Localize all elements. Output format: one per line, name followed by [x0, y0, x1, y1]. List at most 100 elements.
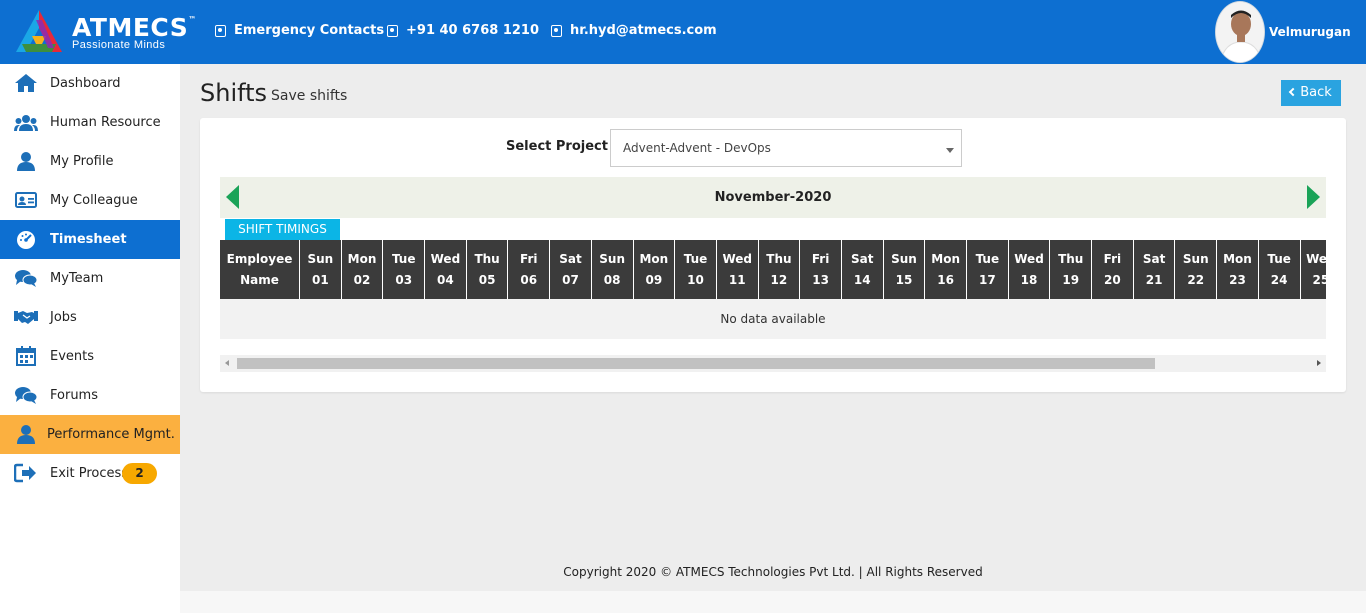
column-header-day[interactable]: Sat 21: [1134, 240, 1176, 299]
column-header-day[interactable]: Sat 14: [842, 240, 884, 299]
sidebar-item-myteam[interactable]: MyTeam: [0, 259, 180, 298]
day-number: 20: [1104, 272, 1121, 287]
exit-process-count-badge: 2: [122, 463, 157, 484]
emergency-contacts-label: Emergency Contacts: [234, 23, 385, 38]
sidebar-item-my-colleague[interactable]: My Colleague: [0, 181, 180, 220]
sidebar-item-events[interactable]: Events: [0, 337, 180, 376]
sidebar-item-label: Dashboard: [50, 76, 121, 91]
sidebar-item-label: Human Resource: [50, 115, 161, 130]
back-button[interactable]: Back: [1281, 80, 1341, 106]
user-photo-icon: [1216, 2, 1264, 62]
handshake-icon: [14, 311, 38, 324]
empty-table-message: No data available: [220, 299, 1326, 339]
column-header-day[interactable]: Sat 07: [550, 240, 592, 299]
project-select-value: Advent-Advent - DevOps: [623, 141, 771, 155]
contact-card-icon: [215, 24, 226, 37]
sidebar-item-label: MyTeam: [50, 271, 104, 286]
calendar-icon: [16, 346, 36, 366]
column-header-day[interactable]: Mon 16: [925, 240, 967, 299]
footer-strip: [180, 591, 1366, 613]
atmecs-logo[interactable]: ATMECS™ Passionate Minds: [14, 8, 196, 56]
email-card-icon: [551, 24, 562, 37]
column-header-day[interactable]: Wed 04: [425, 240, 467, 299]
day-number: 22: [1187, 272, 1205, 287]
sidebar-item-dashboard[interactable]: Dashboard: [0, 64, 180, 103]
scrollbar-thumb[interactable]: [237, 358, 1155, 369]
column-header-day[interactable]: Tue 24: [1259, 240, 1301, 299]
column-header-day[interactable]: Thu 12: [759, 240, 801, 299]
sidebar-item-performance-mgmt[interactable]: Performance Mgmt.: [0, 415, 180, 454]
column-header-employee-name[interactable]: Employee Name: [220, 240, 300, 299]
day-number: 09: [645, 272, 663, 287]
day-number: 15: [895, 272, 913, 287]
shift-table-header: Employee Name Sun 01 Mon 02 Tue 03 Wed 04 Thu 05 F…: [220, 240, 1326, 299]
column-header-day[interactable]: Mon 23: [1217, 240, 1259, 299]
emergency-contacts-link[interactable]: Emergency Contacts: [215, 23, 384, 38]
column-header-day[interactable]: Sun 22: [1175, 240, 1218, 299]
scroll-right-arrow-icon[interactable]: [1317, 360, 1321, 366]
sidebar-item-my-profile[interactable]: My Profile: [0, 142, 180, 181]
phone-number: +91 40 6768 1210: [406, 23, 540, 38]
column-header-day[interactable]: Fri 06: [508, 240, 551, 299]
chevron-left-icon: [1288, 87, 1298, 97]
sidebar-item-jobs[interactable]: Jobs: [0, 298, 180, 337]
brand-tagline: Passionate Minds: [72, 39, 166, 51]
column-header-day[interactable]: Wed 18: [1009, 240, 1051, 299]
column-header-day[interactable]: Tue 03: [383, 240, 426, 299]
column-header-day[interactable]: Sun 15: [884, 240, 926, 299]
day-number: 25: [1312, 272, 1326, 287]
column-header-day[interactable]: Wed 11: [717, 240, 759, 299]
page-subtitle: Save shifts: [271, 88, 348, 104]
day-name: Sun: [307, 251, 334, 266]
caret-down-icon: [946, 148, 954, 153]
day-name: Thu: [474, 251, 500, 266]
next-month-arrow-icon[interactable]: [1306, 185, 1320, 209]
scroll-left-arrow-icon[interactable]: [225, 360, 229, 366]
sidebar-item-label: Exit Process: [50, 466, 129, 481]
brand-name: ATMECS: [72, 13, 189, 42]
day-name: Sun: [1182, 251, 1209, 266]
column-header-day[interactable]: Tue 10: [675, 240, 717, 299]
day-name: Wed: [1014, 251, 1044, 266]
day-number: 17: [978, 272, 996, 287]
column-header-day[interactable]: Sun 01: [300, 240, 342, 299]
column-header-day[interactable]: Sun 08: [592, 240, 634, 299]
day-name: Wed: [430, 251, 461, 266]
sidebar-item-human-resource[interactable]: Human Resource: [0, 103, 180, 142]
day-name: Tue: [683, 251, 708, 266]
user-icon: [17, 425, 35, 444]
sidebar-item-timesheet[interactable]: Timesheet: [0, 220, 180, 259]
day-name: Tue: [391, 251, 416, 266]
sidebar-item-forums[interactable]: Forums: [0, 376, 180, 415]
id-card-icon: [15, 192, 37, 208]
day-number: 21: [1145, 272, 1163, 287]
column-header-day[interactable]: Wed 25: [1301, 240, 1326, 299]
sidebar-item-label: Timesheet: [50, 232, 127, 247]
column-header-day[interactable]: Thu 19: [1050, 240, 1093, 299]
column-header-day[interactable]: Fri 13: [800, 240, 842, 299]
day-name: Fri: [811, 251, 830, 266]
day-number: 19: [1062, 272, 1080, 287]
day-number: 08: [603, 272, 621, 287]
column-header-day[interactable]: Mon 02: [342, 240, 384, 299]
column-header-day[interactable]: Fri 20: [1092, 240, 1134, 299]
shift-timings-button[interactable]: SHIFT TIMINGS: [225, 219, 340, 240]
column-header-day[interactable]: Thu 05: [467, 240, 509, 299]
comments-icon: [15, 387, 38, 404]
horizontal-scrollbar[interactable]: [220, 355, 1326, 372]
column-header-day[interactable]: Tue 17: [967, 240, 1009, 299]
select-project-label: Select Project: [506, 139, 608, 154]
column-header-line: Name: [240, 272, 279, 287]
page-title: Shifts: [200, 79, 268, 107]
phone-contact: +91 40 6768 1210: [387, 23, 539, 38]
day-number: 06: [520, 272, 538, 287]
sidebar-item-exit-process[interactable]: Exit Process 2: [0, 454, 180, 493]
avatar[interactable]: [1215, 1, 1265, 63]
username[interactable]: Velmurugan: [1269, 25, 1351, 39]
month-label: November-2020: [714, 190, 832, 205]
day-name: Sat: [559, 251, 582, 266]
top-header: ATMECS™ Passionate Minds Emergency Conta…: [0, 0, 1366, 64]
column-header-day[interactable]: Mon 09: [634, 240, 676, 299]
project-select[interactable]: Advent-Advent - DevOps: [610, 129, 962, 167]
day-number: 04: [437, 272, 454, 287]
